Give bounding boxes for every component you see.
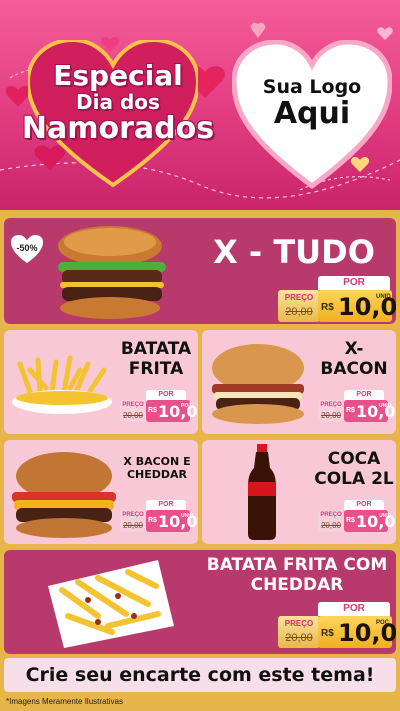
old-price: 20,00	[320, 521, 342, 530]
price-por-label: POR	[146, 500, 186, 510]
price-por-label: POR	[146, 390, 186, 400]
price-tag: POR PREÇO 20,00 R$ 10,00 UNID	[278, 276, 396, 322]
item-name: COCA COLA 2L	[314, 449, 394, 489]
burger-icon	[212, 344, 304, 424]
cta-banner[interactable]: Crie seu encarte com este tema!	[4, 658, 396, 692]
cheddar-fries-icon	[48, 560, 174, 648]
discount-badge: -50%	[16, 243, 38, 253]
price-unit: UNID	[379, 513, 392, 519]
old-price: 20,00	[122, 521, 144, 530]
item-card-x-bacon: X- BACON POR PREÇO 20,00 R$ 10,00 UNID	[202, 330, 396, 434]
price-por-label: POR	[344, 390, 384, 400]
burger-icon	[58, 226, 166, 319]
item-card-coca-cola: COCA COLA 2L POR PREÇO 20,00 R$ 10,00 UN…	[202, 440, 396, 544]
price-label: PREÇO	[320, 402, 342, 408]
old-price: 20,00	[285, 632, 313, 644]
price-tag: POR PREÇO 20,00 R$ 10,00 UNID	[120, 500, 198, 532]
item-name: X - TUDO	[213, 233, 375, 271]
price-unit: POC	[181, 403, 192, 409]
item-name: BATATA FRITA	[120, 339, 192, 379]
logo-line-1: Sua Logo	[262, 76, 362, 98]
price-label: PREÇO	[284, 619, 314, 628]
fries-icon	[12, 355, 112, 414]
price-label: PREÇO	[122, 512, 144, 518]
price-tag: POR PREÇO 20,00 R$ 10,00 POÇ	[278, 602, 396, 648]
currency-symbol: R$	[346, 517, 355, 524]
currency-symbol: R$	[148, 517, 157, 524]
item-name: X BACON E CHEDDAR	[123, 455, 191, 481]
promo-title: Especial Dia dos Namorados	[8, 62, 228, 144]
old-price: 20,00	[320, 411, 342, 420]
currency-symbol: R$	[148, 407, 157, 414]
price-unit: UNID	[379, 403, 392, 409]
price-label: PREÇO	[122, 402, 144, 408]
price-por-label: POR	[318, 276, 390, 290]
price-unit: POÇ	[376, 620, 390, 626]
title-line-2: Dia dos	[76, 90, 160, 114]
currency-symbol: R$	[346, 407, 355, 414]
price-label: PREÇO	[284, 293, 314, 302]
old-price: 20,00	[122, 411, 144, 420]
currency-symbol: R$	[321, 302, 334, 313]
item-card-batata-cheddar: BATATA FRITA COM CHEDDAR POR PREÇO 20,00…	[4, 550, 396, 654]
price-tag: POR PREÇO 20,00 R$ 10,00 UNID	[318, 500, 396, 532]
item-name: X- BACON	[320, 339, 388, 379]
price-por-label: POR	[318, 602, 390, 616]
logo-placeholder: Sua Logo Aqui	[242, 76, 382, 131]
burger-icon	[12, 452, 116, 538]
price-tag: POR PREÇO 20,00 R$ 10,00 POC	[120, 390, 198, 422]
soda-bottle-icon	[248, 444, 276, 540]
current-price: 10,00	[158, 402, 198, 421]
header-banner: Especial Dia dos Namorados Sua Logo Aqui	[0, 0, 400, 210]
disclaimer-text: *Imagens Meramente Ilustrativas	[6, 697, 123, 706]
old-price: 20,00	[285, 306, 313, 318]
currency-symbol: R$	[321, 628, 334, 639]
price-label: PREÇO	[320, 512, 342, 518]
item-card-x-bacon-cheddar: X BACON E CHEDDAR POR PREÇO 20,00 R$ 10,…	[4, 440, 198, 544]
price-por-label: POR	[344, 500, 384, 510]
title-line-3: Namorados	[21, 111, 215, 146]
item-card-x-tudo: -50% X - TUDO POR PREÇO 20,00 R$ 10,00 U…	[4, 218, 396, 324]
price-unit: UNID	[181, 513, 194, 519]
item-card-batata-frita: BATATA FRITA POR PREÇO 20,00 R$ 10,00 PO…	[4, 330, 198, 434]
item-name: BATATA FRITA COM CHEDDAR	[206, 555, 388, 595]
price-tag: POR PREÇO 20,00 R$ 10,00 UNID	[318, 390, 396, 422]
price-unit: UNID	[376, 294, 391, 300]
title-line-1: Especial	[53, 59, 183, 92]
logo-line-2: Aqui	[273, 95, 351, 131]
